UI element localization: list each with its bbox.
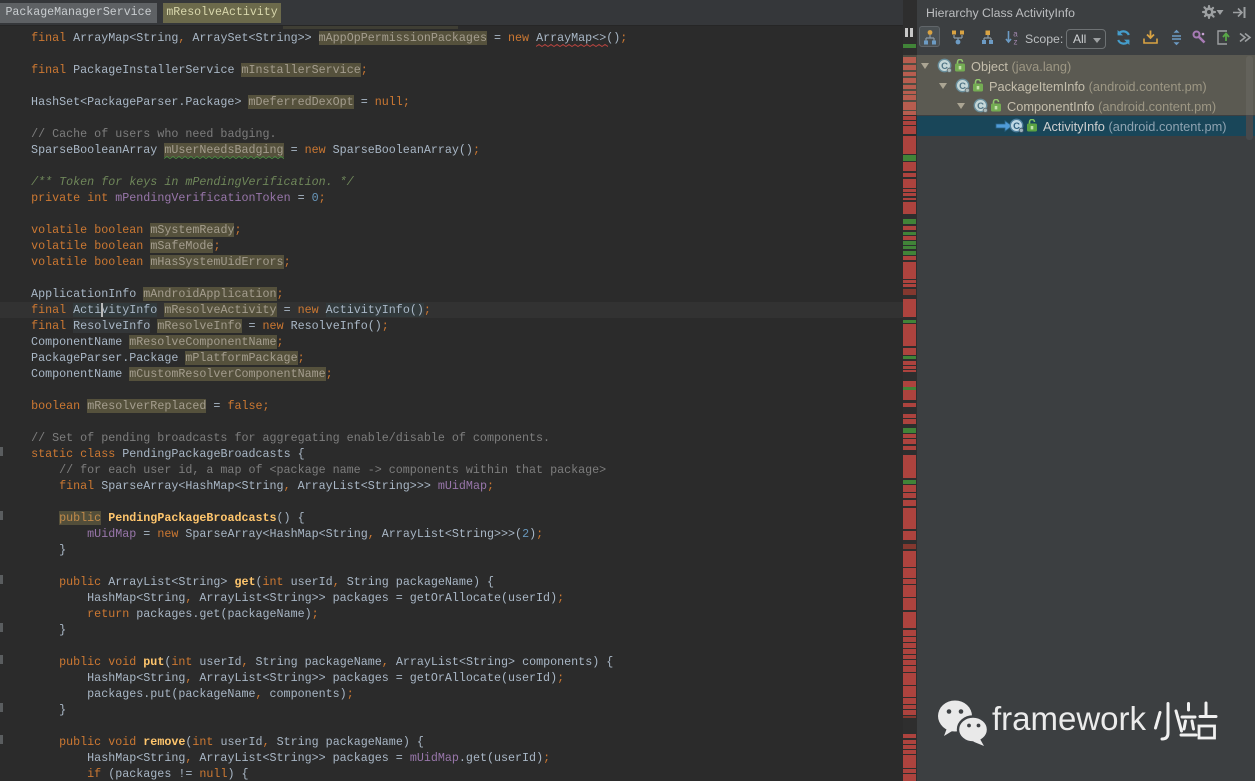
svg-text:z: z xyxy=(1014,38,1018,47)
